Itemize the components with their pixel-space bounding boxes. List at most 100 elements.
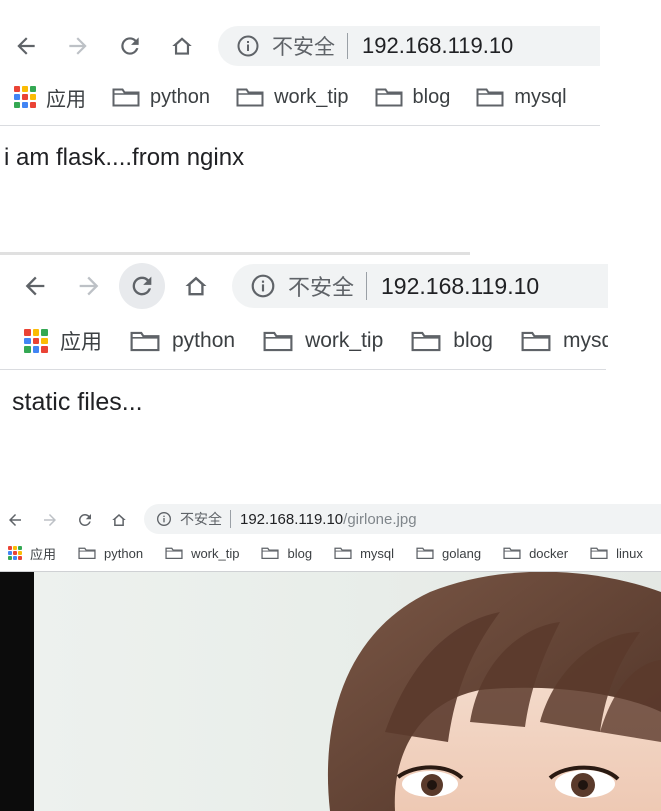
address-url: 192.168.119.10/girlone.jpg [240,511,417,528]
address-path: /girlone.jpg [343,510,417,528]
info-circle-icon[interactable] [156,511,172,527]
address-host: 192.168.119.10 [381,272,540,299]
address-bar[interactable]: 不安全 192.168.119.10 [232,264,608,308]
bookmark-label: linux [616,545,643,561]
bookmark-apps[interactable]: 应用 [8,544,56,563]
bookmark-label: blog [453,329,493,352]
folder-icon [375,88,403,107]
bookmark-folder-blog[interactable]: blog [261,546,312,561]
address-separator [347,33,348,59]
bookmark-label: 应用 [60,331,102,354]
forward-button[interactable] [71,268,107,304]
page-body-text: i am flask....from nginx [4,144,245,171]
info-circle-icon[interactable] [250,273,276,299]
home-icon [112,514,126,526]
bookmark-folder-blog[interactable]: blog [375,85,451,109]
back-button[interactable] [10,30,42,62]
toolbar-divider [0,125,600,126]
address-separator [230,510,231,528]
home-button[interactable] [108,509,130,531]
forward-button[interactable] [62,30,94,62]
bookmark-label: mysql [562,329,608,352]
bookmark-folder-linux[interactable]: linux [590,546,643,561]
folder-icon [263,331,293,352]
not-secure-label: 不安全 [272,36,335,59]
bookmark-label: 应用 [30,546,57,562]
reload-button[interactable] [114,30,146,62]
info-circle-icon[interactable] [236,34,260,58]
folder-icon [261,547,280,560]
not-secure-label: 不安全 [288,275,355,300]
home-icon [172,37,192,55]
bookmark-folder-mysql[interactable]: mysql [334,546,394,561]
arrow-left-icon [25,276,45,296]
reload-button[interactable] [124,268,160,304]
toolbar-divider [0,369,606,370]
browser-screenshot-1: 不安全 192.168.119.10 应用 python work_tip bl… [0,0,600,200]
bookmark-folder-python[interactable]: python [78,546,143,561]
bookmark-folder-blog[interactable]: blog [411,329,493,353]
folder-icon [476,88,504,107]
bookmark-label: blog [287,545,313,561]
bookmarks-bar: 应用 python work_tip blog mysql [0,323,608,359]
folder-icon [78,547,96,560]
home-button[interactable] [178,268,214,304]
browser-screenshot-3: 不安全 192.168.119.10/girlone.jpg 应用 python… [0,500,661,811]
folder-icon [416,547,434,560]
bookmark-label: python [104,545,144,561]
back-button[interactable] [17,268,53,304]
bookmark-folder-mysql[interactable]: mysql [521,329,608,353]
bookmark-apps[interactable]: 应用 [24,326,102,356]
photo-subject-illustration [327,572,661,811]
address-bar[interactable]: 不安全 192.168.119.10/girlone.jpg [144,504,661,534]
browser-screenshot-2: 不安全 192.168.119.10 应用 python work_tip bl… [0,250,608,450]
bookmark-folder-golang[interactable]: golang [416,546,481,561]
folder-icon [590,547,608,560]
not-secure-label: 不安全 [180,511,222,527]
displayed-photo [0,572,661,811]
address-host: 192.168.119.10 [362,33,514,58]
address-bar[interactable]: 不安全 192.168.119.10 [218,26,600,66]
bookmark-label: golang [442,545,482,561]
arrow-left-icon [9,514,21,526]
arrow-right-icon [79,276,99,296]
apps-grid-icon [14,86,36,108]
tab-strip-edge [0,252,470,255]
apps-grid-icon [8,546,22,560]
bookmark-label: 应用 [46,88,86,111]
bookmark-folder-python[interactable]: python [130,329,235,353]
arrow-right-icon [44,514,56,526]
folder-icon [165,547,183,560]
arrow-left-icon [17,37,35,55]
bookmark-folder-work-tip[interactable]: work_tip [236,85,349,109]
bookmark-folder-work-tip[interactable]: work_tip [165,546,239,561]
bookmark-label: mysql [514,85,567,108]
bookmarks-bar: 应用 python work_tip blog mysql golang doc… [0,542,661,564]
bookmark-label: work_tip [274,85,349,108]
home-icon [185,276,207,296]
folder-icon [112,88,140,107]
bookmark-label: blog [412,85,451,108]
apps-grid-icon [24,329,48,353]
reload-button[interactable] [74,509,96,531]
bookmark-folder-mysql[interactable]: mysql [476,85,567,109]
folder-icon [334,547,352,560]
reload-icon [121,37,139,55]
back-button[interactable] [4,509,26,531]
bookmark-folder-work-tip[interactable]: work_tip [263,329,383,353]
bookmark-label: docker [529,545,569,561]
forward-button[interactable] [39,509,61,531]
folder-icon [130,331,160,352]
bookmark-folder-docker[interactable]: docker [503,546,568,561]
address-host: 192.168.119.10 [240,510,344,528]
bookmark-apps[interactable]: 应用 [14,83,86,112]
reload-icon [132,276,152,296]
folder-icon [503,547,521,560]
page-body-text: static files... [12,388,143,416]
bookmark-label: python [150,85,211,108]
home-button[interactable] [166,30,198,62]
bookmark-label: work_tip [191,545,240,561]
reload-icon [78,514,91,526]
arrow-right-icon [69,37,87,55]
bookmark-folder-python[interactable]: python [112,86,210,109]
